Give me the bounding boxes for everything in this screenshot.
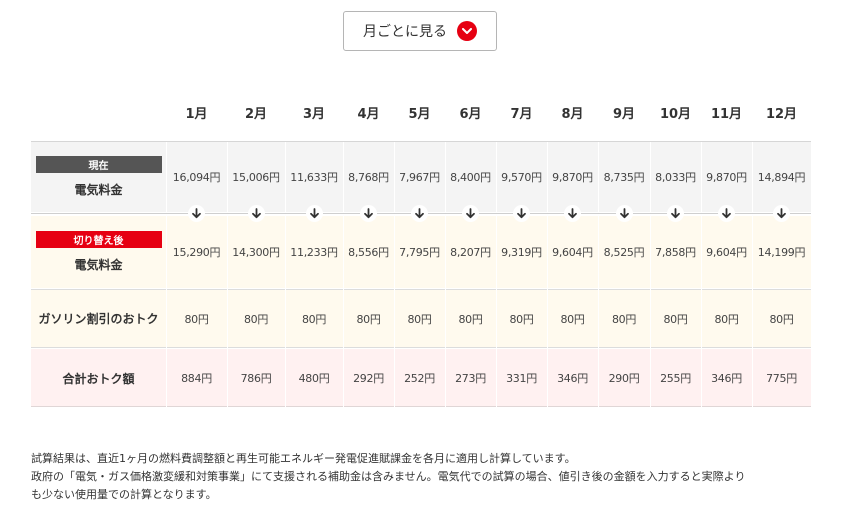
month-header: 1月 [185,106,208,122]
note-line: 政府の「電気・ガス価格激変緩和対策事業」にて支援される補助金は含みません。電気代… [31,470,746,483]
total-value-cell: 346円 [711,372,742,385]
row-current-label: 現在 電気料金 [31,141,166,212]
row-gasoline-label: ガソリン割引のおトク [31,289,166,348]
current-value-cell: 9,870円 [706,170,747,184]
current-value-cell: 8,033円 [655,170,696,184]
current-value-cell: 8,735円 [603,170,645,184]
total-value-cell: 292円 [353,372,384,385]
row-switched-label: 切り替え後 電気料金 [31,216,166,288]
switched-value-cell: 7,795円 [399,246,440,259]
month-header: 5月 [408,106,431,122]
current-value-cell: 14,894円 [757,170,806,184]
month-header: 6月 [459,106,482,122]
current-electricity-label: 電気料金 [74,182,123,197]
month-header: 2月 [244,106,268,122]
current-value-cell: 15,006円 [232,170,280,184]
note-line: 試算結果は、直近1ヶ月の燃料費調整額と再生可能エネルギー発電促進賦課金を各月に適… [31,452,576,465]
chevron-down-icon [457,21,477,41]
current-tag: 現在 [35,155,162,173]
gasoline-value-cell: 80円 [509,312,534,326]
switched-electricity-label: 電気料金 [74,258,123,272]
switched-value-cell: 9,319円 [501,246,542,259]
month-header: 8月 [561,106,584,122]
total-value-cell: 290円 [608,372,640,385]
view-by-month-label: 月ごとに見る [363,24,447,40]
total-value-cell: 884円 [181,372,212,385]
month-header: 7月 [510,106,533,122]
month-header: 4月 [357,106,380,122]
total-value-cell: 273円 [455,372,486,385]
month-header: 3月 [302,106,326,122]
total-value-cell: 255円 [660,372,691,385]
notes: 試算結果は、直近1ヶ月の燃料費調整額と再生可能エネルギー発電促進賦課金を各月に適… [31,450,821,504]
current-value-cell: 9,570円 [501,170,542,184]
switched-value-cell: 8,207円 [450,246,491,259]
switched-value-cell: 7,858円 [655,246,696,259]
total-value-cell: 252円 [404,372,435,385]
total-value-cell: 331円 [506,372,537,385]
total-value-cell: 775円 [766,372,797,385]
total-value-cell: 480円 [298,372,330,385]
total-savings-label: 合計おトク額 [62,371,135,386]
current-value-cell: 8,400円 [450,170,491,184]
note-line: も少ない使用量での計算となります。 [31,488,217,501]
row-total-label: 合計おトク額 [31,349,166,407]
gasoline-value-cell: 80円 [356,312,381,326]
current-value-cell: 11,633円 [290,170,338,184]
current-value-cell: 16,094円 [172,170,221,184]
gasoline-value-cell: 80円 [769,312,794,326]
gasoline-discount-label: ガソリン割引のおトク [38,312,159,326]
switched-value-cell: 8,525円 [603,246,645,259]
current-value-cell: 7,967円 [399,170,440,184]
gasoline-value-cell: 80円 [560,312,585,326]
total-value-cell: 346円 [557,372,588,385]
current-value-cell: 9,870円 [552,170,593,184]
current-value-cell: 8,768円 [348,170,389,184]
gasoline-value-cell: 80円 [714,312,739,326]
switched-value-cell: 9,604円 [706,246,747,259]
view-by-month-button[interactable]: 月ごとに見る [343,11,497,51]
switched-value-cell: 9,604円 [552,246,593,259]
month-header: 10月 [659,106,692,122]
gasoline-value-cell: 80円 [407,312,432,326]
month-header: 12月 [765,106,798,122]
gasoline-value-cell: 80円 [663,312,688,326]
gasoline-value-cell: 80円 [611,312,637,326]
gasoline-value-cell: 80円 [301,312,327,326]
switched-tag: 切り替え後 [35,231,162,248]
total-value-cell: 786円 [240,372,272,385]
month-header: 9月 [612,106,636,122]
switched-value-cell: 14,300円 [232,246,280,259]
switched-value-cell: 15,290円 [172,246,221,259]
gasoline-value-cell: 80円 [458,312,483,326]
switched-value-cell: 14,199円 [757,246,806,259]
switched-value-cell: 8,556円 [348,246,389,259]
month-header: 11月 [710,106,743,122]
gasoline-value-cell: 80円 [184,312,209,326]
gasoline-value-cell: 80円 [243,312,269,326]
switched-value-cell: 11,233円 [290,246,338,259]
